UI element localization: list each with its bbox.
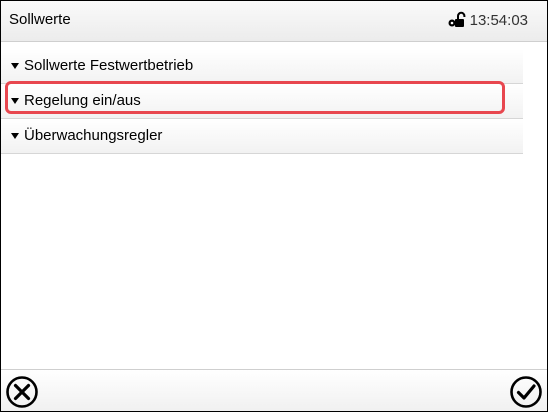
page-title: Sollwerte: [9, 11, 71, 28]
menu-item-sollwerte-festwertbetrieb[interactable]: Sollwerte Festwertbetrieb: [1, 49, 523, 84]
bottom-bar: [1, 369, 547, 411]
menu-item-ueberwachungsregler[interactable]: Überwachungsregler: [1, 119, 523, 154]
cancel-icon: [6, 376, 38, 408]
unlock-icon[interactable]: [447, 11, 467, 29]
menu-item-regelung-ein-aus[interactable]: Regelung ein/aus: [1, 84, 523, 119]
cancel-button[interactable]: [5, 375, 39, 409]
menu-item-label: Regelung ein/aus: [24, 92, 141, 109]
clock-time: 13:54:03: [469, 11, 528, 29]
menu-item-label: Sollwerte Festwertbetrieb: [24, 57, 194, 74]
confirm-button[interactable]: [509, 375, 543, 409]
menu-item-label: Überwachungsregler: [24, 127, 163, 144]
confirm-icon: [510, 376, 542, 408]
triangle-down-icon: [11, 63, 19, 69]
triangle-down-icon: [11, 98, 19, 104]
menu-list: Sollwerte Festwertbetrieb Regelung ein/a…: [1, 49, 523, 154]
controller-screen: Sollwerte 13:54:03 Sollwerte Festwertbet…: [0, 0, 548, 412]
triangle-down-icon: [11, 133, 19, 139]
title-bar: Sollwerte 13:54:03: [1, 1, 547, 42]
status-area: 13:54:03: [447, 11, 528, 29]
